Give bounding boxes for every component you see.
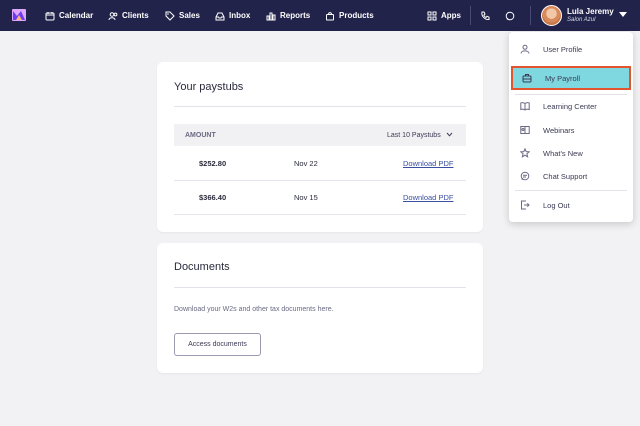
divider xyxy=(174,287,466,288)
nav-reports[interactable]: Reports xyxy=(266,0,310,31)
book-icon xyxy=(520,102,530,111)
menu-label: User Profile xyxy=(543,44,583,54)
menu-item-whats-new[interactable]: What's New xyxy=(509,142,633,164)
top-nav-bar: Calendar Clients Sales Inbox Reports Pro… xyxy=(0,0,640,31)
brand-logo[interactable] xyxy=(12,8,26,22)
menu-label: Log Out xyxy=(543,200,570,210)
menu-item-chat-support[interactable]: Chat Support xyxy=(509,165,633,187)
nav-inbox[interactable]: Inbox xyxy=(215,0,250,31)
documents-title: Documents xyxy=(174,261,230,273)
user-icon xyxy=(520,44,530,54)
nav-divider xyxy=(470,6,471,25)
nav-apps-label: Apps xyxy=(441,11,461,20)
menu-label: Learning Center xyxy=(543,101,597,111)
grid-icon xyxy=(427,11,437,20)
nav-inbox-label: Inbox xyxy=(229,11,251,20)
nav-sales[interactable]: Sales xyxy=(165,0,200,31)
menu-divider xyxy=(515,190,627,191)
table-header: AMOUNT Last 10 Paystubs xyxy=(174,124,466,146)
logout-icon xyxy=(521,200,530,210)
user-name[interactable]: Lula Jeremy xyxy=(567,7,614,16)
menu-item-my-payroll[interactable]: My Payroll xyxy=(511,66,631,90)
payroll-icon xyxy=(522,74,532,83)
user-menu: User Profile My Payroll Learning Center … xyxy=(509,32,633,222)
download-pdf-link[interactable]: Download PDF xyxy=(403,159,453,168)
menu-label: Chat Support xyxy=(543,171,588,181)
tag-icon xyxy=(165,11,175,21)
inbox-icon xyxy=(215,12,225,20)
messages-button[interactable] xyxy=(505,0,519,31)
download-pdf-link[interactable]: Download PDF xyxy=(403,193,453,202)
chevron-down-icon[interactable] xyxy=(619,12,627,17)
paystub-date: Nov 15 xyxy=(294,193,318,202)
phone-icon xyxy=(481,11,490,20)
row-divider xyxy=(174,180,466,181)
nav-products[interactable]: Products xyxy=(325,0,374,31)
column-amount: AMOUNT xyxy=(185,132,216,139)
filter-label: Last 10 Paystubs xyxy=(387,132,441,139)
nav-calendar[interactable]: Calendar xyxy=(45,0,93,31)
paystub-filter-dropdown[interactable]: Last 10 Paystubs xyxy=(387,132,453,139)
paystub-date: Nov 22 xyxy=(294,159,318,168)
nav-reports-label: Reports xyxy=(280,11,311,20)
paystub-amount: $366.40 xyxy=(199,193,227,202)
menu-item-learning-center[interactable]: Learning Center xyxy=(509,95,633,117)
menu-label: What's New xyxy=(543,148,583,158)
calendar-icon xyxy=(45,11,55,20)
nav-clients[interactable]: Clients xyxy=(108,0,149,31)
bag-icon xyxy=(326,11,334,20)
avatar[interactable] xyxy=(541,5,562,26)
phone-button[interactable] xyxy=(480,0,494,31)
row-divider xyxy=(174,214,466,215)
bar-chart-icon xyxy=(266,12,276,20)
nav-clients-label: Clients xyxy=(122,11,149,20)
users-icon xyxy=(108,11,118,20)
paystubs-card: Your paystubs AMOUNT Last 10 Paystubs $2… xyxy=(157,62,483,232)
chevron-down-icon xyxy=(446,132,453,137)
menu-label: Webinars xyxy=(543,125,575,135)
message-icon xyxy=(505,11,515,20)
nav-products-label: Products xyxy=(339,11,374,20)
paystub-amount: $252.80 xyxy=(199,159,227,168)
page-title: Your paystubs xyxy=(174,81,244,93)
nav-calendar-label: Calendar xyxy=(59,11,94,20)
chat-icon xyxy=(520,171,530,181)
menu-item-webinars[interactable]: Webinars xyxy=(509,119,633,141)
nav-apps[interactable]: Apps xyxy=(427,0,461,31)
documents-description: Download your W2s and other tax document… xyxy=(174,306,334,313)
user-business: Salon Azul xyxy=(567,17,596,23)
star-icon xyxy=(520,148,530,158)
access-documents-button[interactable]: Access documents xyxy=(174,333,261,356)
divider xyxy=(174,106,466,107)
nav-sales-label: Sales xyxy=(179,11,200,20)
documents-card: Documents Download your W2s and other ta… xyxy=(157,243,483,373)
menu-label: My Payroll xyxy=(545,73,581,83)
webinar-icon xyxy=(520,126,530,134)
menu-item-log-out[interactable]: Log Out xyxy=(509,194,633,216)
nav-divider xyxy=(530,6,531,25)
menu-item-user-profile[interactable]: User Profile xyxy=(509,38,633,60)
